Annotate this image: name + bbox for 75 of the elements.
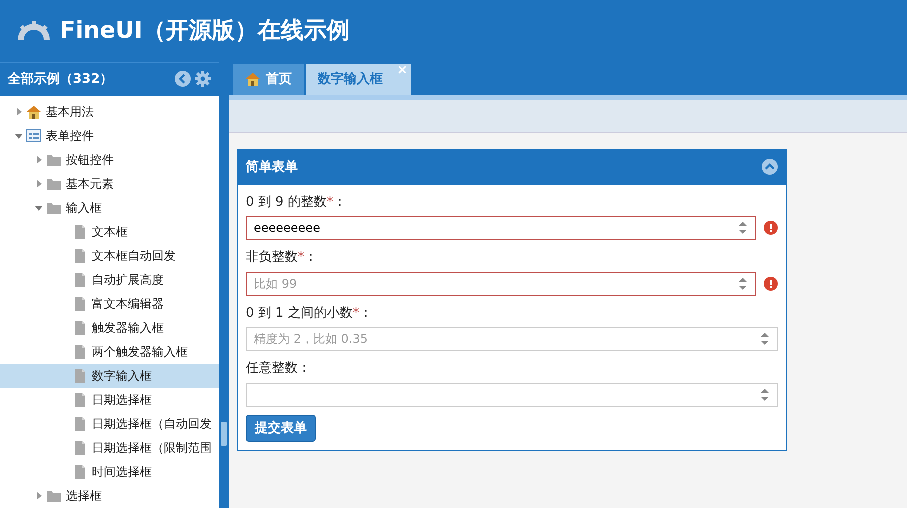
- submit-button[interactable]: 提交表单: [246, 414, 316, 442]
- number-field[interactable]: [246, 382, 778, 407]
- tree-label: 日期选择框（限制范围: [92, 440, 212, 457]
- tree-label: 日期选择框（自动回发: [92, 416, 212, 433]
- file-icon: [72, 392, 88, 408]
- error-icon: [764, 221, 778, 236]
- tree-label: 输入框: [66, 200, 102, 217]
- folder-icon: [46, 488, 62, 504]
- tree-label: 时间选择框: [92, 464, 152, 481]
- splitter-handle[interactable]: [221, 422, 227, 446]
- tree-label: 选择框: [66, 488, 102, 505]
- tree-item[interactable]: 日期选择框（限制范围: [0, 436, 219, 460]
- tree-item[interactable]: 富文本编辑器: [0, 292, 219, 316]
- error-icon: [764, 276, 778, 291]
- tree-item[interactable]: 文本框自动回发: [0, 244, 219, 268]
- tree-item[interactable]: 基本元素: [0, 172, 219, 196]
- tree-item[interactable]: 日期选择框: [0, 388, 219, 412]
- house-icon: [245, 71, 261, 88]
- tree-label: 自动扩展高度: [92, 272, 164, 289]
- file-icon: [72, 368, 88, 384]
- file-icon: [72, 320, 88, 336]
- tree-item[interactable]: 两个触发器输入框: [0, 340, 219, 364]
- number-field[interactable]: eeeeeeeee: [246, 216, 756, 240]
- tree-label: 触发器输入框: [92, 320, 164, 337]
- tree-item[interactable]: 文本框: [0, 220, 219, 244]
- tree-label: 文本框: [92, 224, 128, 241]
- field-label: 非负整数*：: [246, 249, 318, 268]
- spinner-icon: [760, 331, 770, 348]
- tree-item[interactable]: 选择框: [0, 484, 219, 508]
- field-label: 0 到 9 的整数*：: [246, 194, 348, 212]
- tree-label: 富文本编辑器: [92, 296, 164, 313]
- panel-title: 简单表单: [246, 158, 299, 176]
- form-icon: [26, 128, 42, 144]
- tree-label: 基本用法: [46, 104, 94, 121]
- tree-item[interactable]: 触发器输入框: [0, 316, 219, 340]
- tree-item[interactable]: 数字输入框: [0, 364, 219, 388]
- folder-icon: [46, 200, 62, 216]
- file-icon: [72, 272, 88, 288]
- collapse-icon: [175, 71, 191, 88]
- folder-icon: [46, 176, 62, 192]
- file-icon: [72, 224, 88, 240]
- settings-icon: [195, 71, 211, 88]
- sidebar-title: 全部示例（332）: [8, 70, 114, 89]
- spinner-icon: [760, 386, 770, 403]
- tree-label: 日期选择框: [92, 392, 152, 409]
- number-field[interactable]: 精度为 2，比如 0.35: [246, 327, 778, 352]
- file-icon: [72, 296, 88, 312]
- number-field[interactable]: 比如 99: [246, 272, 756, 296]
- collapse-up-icon: [762, 159, 778, 176]
- tree-item[interactable]: 按钮控件: [0, 148, 219, 172]
- file-icon: [72, 440, 88, 456]
- tree-label: 按钮控件: [66, 152, 114, 169]
- tree-label: 文本框自动回发: [92, 248, 176, 265]
- tree-item[interactable]: 日期选择框（自动回发: [0, 412, 219, 436]
- spinner-icon: [738, 276, 748, 292]
- tree-label: 表单控件: [46, 128, 94, 145]
- field-label: 任意整数：: [246, 360, 312, 378]
- tree-label: 基本元素: [66, 176, 114, 193]
- file-icon: [72, 464, 88, 480]
- folder-icon: [46, 152, 62, 168]
- file-icon: [72, 248, 88, 264]
- spinner-icon: [738, 220, 748, 236]
- file-icon: [72, 416, 88, 432]
- tree-item[interactable]: 时间选择框: [0, 460, 219, 484]
- tree-item[interactable]: 输入框: [0, 196, 219, 220]
- tree-label: 两个触发器输入框: [92, 344, 188, 361]
- house-icon: [26, 104, 42, 120]
- gear-icon: [16, 20, 52, 42]
- field-label: 0 到 1 之间的小数*：: [246, 304, 374, 323]
- tree-item[interactable]: 自动扩展高度: [0, 268, 219, 292]
- file-icon: [72, 344, 88, 360]
- page-title: FineUI（开源版）在线示例: [60, 16, 350, 46]
- tree-item[interactable]: 表单控件: [0, 124, 219, 148]
- tree-item[interactable]: 基本用法: [0, 100, 219, 124]
- tree-label: 数字输入框: [92, 368, 152, 385]
